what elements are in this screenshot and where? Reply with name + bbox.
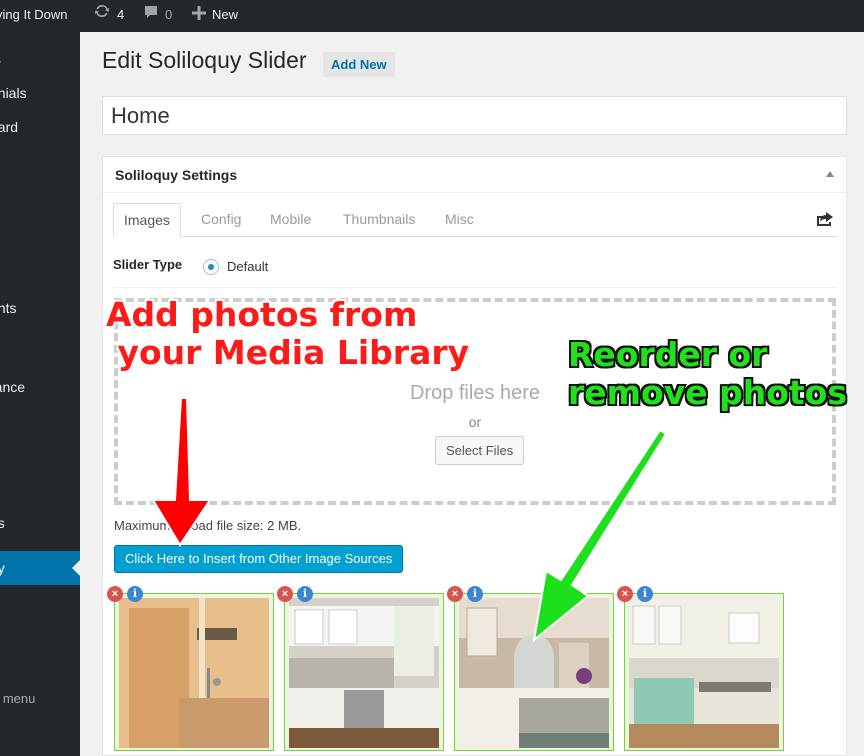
info-icon[interactable]: i xyxy=(467,586,483,602)
divider xyxy=(113,287,837,288)
sidebar-item-soliloquy[interactable]: uy xyxy=(0,551,80,585)
refresh-icon xyxy=(93,1,111,31)
slider-type-label: Slider Type xyxy=(113,257,183,272)
metabox-header[interactable]: Soliloquy Settings xyxy=(103,157,846,193)
or-text: or xyxy=(468,414,482,430)
slide-thumbnail[interactable]: × i xyxy=(617,586,784,751)
tab-thumbnails[interactable]: Thumbnails xyxy=(343,203,415,237)
slider-title-input[interactable]: Home xyxy=(102,96,847,135)
remove-icon[interactable]: × xyxy=(447,586,463,602)
tab-config[interactable]: Config xyxy=(201,203,241,237)
select-files-button[interactable]: Select Files xyxy=(435,436,525,465)
remove-icon[interactable]: × xyxy=(617,586,633,602)
shower-photo xyxy=(119,598,269,748)
settings-metabox: Soliloquy Settings Images Config Mobile … xyxy=(102,156,847,756)
new-content-link[interactable]: New xyxy=(192,0,238,32)
remove-icon[interactable]: × xyxy=(107,586,123,602)
page-title: Edit Soliloquy Slider xyxy=(102,47,307,73)
kitchen-green-photo xyxy=(629,598,779,748)
sidebar-item-posts[interactable]: ts xyxy=(0,42,80,76)
slide-thumbnail[interactable]: × i xyxy=(447,586,614,751)
remove-icon[interactable]: × xyxy=(277,586,293,602)
settings-tabs: Images Config Mobile Thumbnails Misc xyxy=(113,203,837,237)
annotation-line: Add photos from xyxy=(106,295,418,334)
metabox-title: Soliloquy Settings xyxy=(115,167,238,183)
insert-other-sources-button[interactable]: Click Here to Insert from Other Image So… xyxy=(114,545,404,573)
new-label: New xyxy=(212,7,239,22)
tab-misc[interactable]: Misc xyxy=(445,203,474,237)
kitchen-white-photo xyxy=(289,598,439,748)
collapse-menu-button[interactable]: e menu xyxy=(0,684,80,714)
slide-thumbnail[interactable]: × i xyxy=(107,586,274,751)
share-icon[interactable] xyxy=(815,210,835,233)
updates-count: 4 xyxy=(117,7,125,22)
comments-count: 0 xyxy=(165,7,173,22)
sidebar-item-comments[interactable]: ents xyxy=(0,291,80,325)
tab-images[interactable]: Images xyxy=(113,203,181,237)
collapse-arrow-icon[interactable] xyxy=(826,171,834,177)
slider-type-value[interactable]: Default xyxy=(227,259,268,274)
comments-link[interactable]: 0 xyxy=(143,0,172,32)
plus-icon xyxy=(192,1,206,31)
max-upload-size: Maximum upload file size: 2 MB. xyxy=(114,518,302,533)
site-name-link[interactable]: ying It Down xyxy=(0,0,68,32)
sidebar-item-testimonials[interactable]: onials xyxy=(0,76,80,110)
annotation-line: remove photos xyxy=(568,373,847,412)
annotation-add-photos: Add photos from your Media Library xyxy=(106,296,469,372)
annotation-line: Reorder or xyxy=(568,335,768,374)
info-icon[interactable]: i xyxy=(297,586,313,602)
sidebar-item-settings[interactable]: gs xyxy=(0,506,80,540)
sidebar-item-contact[interactable]: t xyxy=(0,325,80,359)
sidebar-item-plugins[interactable]: s xyxy=(0,404,80,438)
info-icon[interactable]: i xyxy=(637,586,653,602)
info-icon[interactable]: i xyxy=(127,586,143,602)
admin-sidebar: ts onials oard ents t rance s gs uy e me… xyxy=(0,32,80,756)
tab-mobile[interactable]: Mobile xyxy=(270,203,311,237)
slide-thumbnail[interactable]: × i xyxy=(277,586,444,751)
annotation-line: your Media Library xyxy=(106,333,470,372)
sidebar-item-appearance[interactable]: rance xyxy=(0,370,80,404)
kitchen-wood-photo xyxy=(459,598,609,748)
annotation-reorder-photos: Reorder or remove photos xyxy=(568,336,847,412)
admin-bar: ying It Down 4 0 New xyxy=(0,0,864,32)
add-new-button[interactable]: Add New xyxy=(323,52,395,77)
updates-link[interactable]: 4 xyxy=(93,0,124,32)
sidebar-item-dashboard[interactable]: oard xyxy=(0,110,80,144)
comment-icon xyxy=(143,1,159,31)
slider-type-radio[interactable] xyxy=(203,259,219,275)
